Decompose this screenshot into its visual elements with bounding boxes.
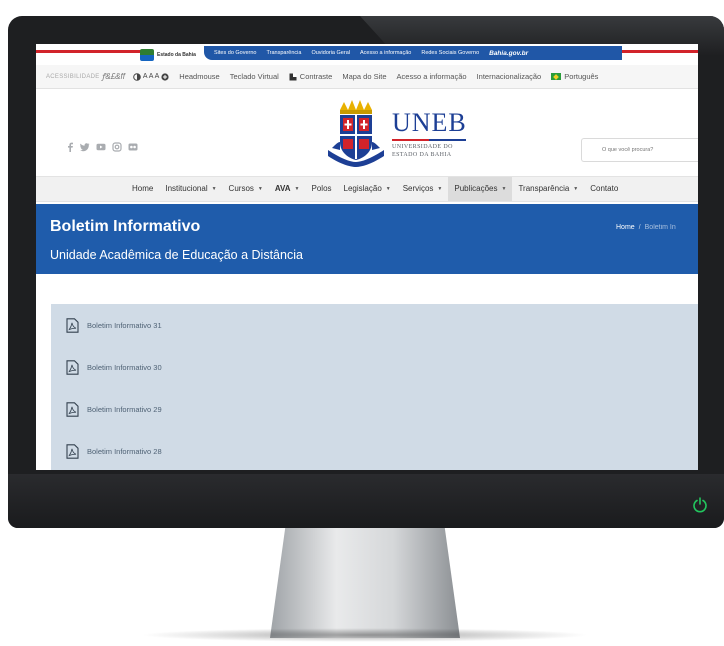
breadcrumb-current: Boletim In [644,224,676,231]
uneb-crest-logo[interactable] [326,96,386,174]
acc-contraste[interactable]: Contraste [289,72,333,81]
gov-link-portal[interactable]: Bahia.gov.br [489,50,528,57]
monitor-scene: Estado da Bahia Sites do Governo Transpa… [0,0,724,646]
document-link[interactable]: Boletim Informativo 30 [87,363,162,372]
main-nav: Home Institucional ▼ Cursos ▼ AVA ▼ Polos L… [36,176,698,202]
acc-teclado[interactable]: Teclado Virtual [230,72,279,81]
instagram-icon[interactable] [112,142,122,152]
pdf-file-icon [66,444,79,459]
add-circle-icon[interactable] [161,72,169,81]
chevron-down-icon: ▼ [211,186,217,192]
chevron-down-icon: ▼ [385,186,391,192]
gov-bar: Estado da Bahia Sites do Governo Transpa… [36,44,698,64]
page-title-banner: Boletim Informativo Unidade Acadêmica de… [36,204,698,274]
brand-subtitle-line2: ESTADO DA BAHIA [392,152,452,158]
gov-link-redes[interactable]: Redes Sociais Governo [421,50,479,56]
gov-bar-red-stripe-left [36,50,146,53]
libras-icon[interactable]: ꝭ&£&ff [102,71,125,82]
facebook-icon[interactable] [66,142,74,152]
gov-logo[interactable]: Estado da Bahia [140,48,204,62]
nav-servicos-label: Serviços [402,184,434,193]
accessibility-label: ACESSIBILIDADE [46,73,100,80]
gov-links: Sites do Governo Transparência Ouvidoria… [204,46,622,60]
bahia-emblem-icon [140,49,154,61]
list-item[interactable]: Boletim Informativo 30 [66,360,162,375]
chevron-down-icon: ▼ [437,186,443,192]
gov-logo-text: Estado da Bahia [157,52,196,58]
brand-block[interactable]: UNEB UNIVERSIDADE DO ESTADO DA BAHIA [392,110,467,159]
browser-screen: Estado da Bahia Sites do Governo Transpa… [36,44,698,470]
breadcrumb-home[interactable]: Home [616,224,635,231]
nav-institucional[interactable]: Institucional ▼ [159,177,222,201]
acc-internacionalizacao[interactable]: Internacionalização [477,72,542,81]
social-links [66,142,138,152]
contrast-toggle-icon[interactable] [133,72,141,81]
nav-cursos-label: Cursos [228,184,254,193]
youtube-icon[interactable] [96,142,106,152]
document-list: Boletim Informativo 31 Boletim Informati… [51,304,698,470]
pdf-file-icon [66,360,79,375]
breadcrumb: Home / Boletim In [616,224,676,231]
gov-link-sites[interactable]: Sites do Governo [214,50,257,56]
monitor-chin [8,474,724,528]
brand-name: UNEB [392,108,467,137]
document-link[interactable]: Boletim Informativo 28 [87,447,162,456]
power-icon[interactable] [692,497,708,513]
brazil-flag-icon [551,73,562,80]
nav-ava[interactable]: AVA ▼ [269,177,306,201]
nav-publicacoes-label: Publicações [454,184,498,193]
gov-bar-red-stripe-right [611,50,698,53]
list-item[interactable]: Boletim Informativo 29 [66,402,162,417]
breadcrumb-separator: / [638,224,641,231]
acc-language[interactable]: Português [551,72,598,81]
nav-polos-label: Polos [311,184,332,193]
acc-headmouse[interactable]: Headmouse [179,72,219,81]
nav-polos[interactable]: Polos [306,177,338,201]
nav-transparencia[interactable]: Transparência ▼ [512,177,584,201]
nav-home[interactable]: Home [126,177,159,201]
chevron-down-icon: ▼ [573,186,579,192]
nav-transparencia-label: Transparência [518,184,570,193]
nav-publicacoes[interactable]: Publicações ▼ [448,177,513,201]
pdf-file-icon [66,318,79,333]
nav-legislacao[interactable]: Legislação ▼ [338,177,397,201]
pdf-file-icon [66,402,79,417]
font-size-control[interactable]: A A A [133,72,169,81]
nav-institucional-label: Institucional [165,184,208,193]
nav-ava-label: AVA [274,184,291,193]
flickr-icon[interactable] [128,142,138,152]
nav-home-label: Home [132,184,154,193]
page-subtitle: Unidade Acadêmica de Educação a Distânci… [50,248,303,262]
nav-contato[interactable]: Contato [584,177,624,201]
list-item[interactable]: Boletim Informativo 28 [66,444,162,459]
gov-link-transparencia[interactable]: Transparência [267,50,302,56]
accessibility-bar: ACESSIBILIDADE ꝭ&£&ff A A A Headmouse Te… [36,65,698,89]
site-header: UNEB UNIVERSIDADE DO ESTADO DA BAHIA [36,90,698,176]
nav-contato-label: Contato [590,184,619,193]
gov-link-acesso[interactable]: Acesso a informação [360,50,411,56]
nav-servicos[interactable]: Serviços ▼ [397,177,449,201]
stand-shadow [140,628,590,642]
brand-subtitle-line1: UNIVERSIDADE DO [392,144,453,150]
document-link[interactable]: Boletim Informativo 31 [87,321,162,330]
chevron-down-icon: ▼ [294,186,300,192]
acc-language-label: Português [564,72,599,81]
acc-acesso[interactable]: Acesso a informação [397,72,467,81]
search-input[interactable] [581,138,698,162]
monitor-stand [270,528,460,638]
list-item[interactable]: Boletim Informativo 31 [66,318,162,333]
nav-cursos[interactable]: Cursos ▼ [223,177,269,201]
gov-link-ouvidoria[interactable]: Ouvidoria Geral [311,50,350,56]
document-link[interactable]: Boletim Informativo 29 [87,405,162,414]
chevron-down-icon: ▼ [501,186,507,192]
acc-contraste-label: Contraste [299,72,333,81]
nav-legislacao-label: Legislação [343,184,382,193]
twitter-icon[interactable] [80,142,90,152]
acc-mapa[interactable]: Mapa do Site [342,72,386,81]
chevron-down-icon: ▼ [257,186,263,192]
contrast-icon [289,73,297,80]
brand-rule [392,139,466,141]
font-size-label: A A A [142,73,160,80]
page-title: Boletim Informativo [50,218,201,235]
